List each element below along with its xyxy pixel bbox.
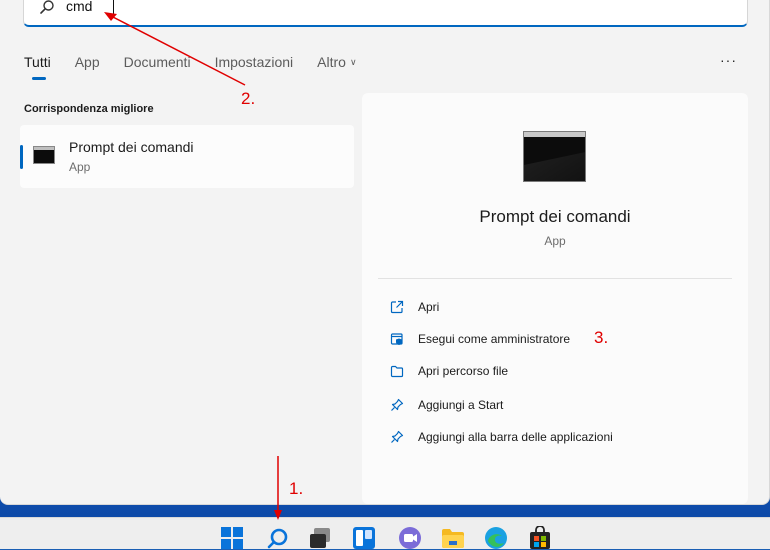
search-icon bbox=[40, 0, 54, 14]
action-pin-to-taskbar[interactable]: Aggiungi alla barra delle applicazioni bbox=[390, 426, 613, 448]
store-icon[interactable] bbox=[528, 526, 552, 550]
command-prompt-icon bbox=[33, 146, 55, 164]
best-match-item[interactable]: Prompt dei comandi App bbox=[20, 125, 354, 188]
search-icon[interactable] bbox=[266, 526, 290, 550]
open-icon bbox=[390, 300, 404, 314]
action-open[interactable]: Apri bbox=[390, 296, 439, 318]
search-panel: Tutti App Documenti Impostazioni Altro∨ … bbox=[0, 0, 770, 505]
action-run-as-admin[interactable]: Esegui come amministratore bbox=[390, 328, 570, 350]
chevron-down-icon: ∨ bbox=[349, 57, 357, 67]
text-caret bbox=[113, 0, 114, 14]
best-match-title: Prompt dei comandi bbox=[69, 139, 194, 155]
folder-icon bbox=[390, 365, 404, 378]
edge-icon[interactable] bbox=[484, 526, 508, 550]
best-match-subtitle: App bbox=[69, 160, 91, 174]
start-icon[interactable] bbox=[220, 526, 244, 550]
divider bbox=[378, 278, 732, 279]
detail-title: Prompt dei comandi bbox=[479, 207, 631, 226]
search-box[interactable] bbox=[23, 0, 748, 27]
tab-documenti[interactable]: Documenti bbox=[124, 54, 191, 80]
pin-icon bbox=[391, 430, 404, 443]
widgets-icon[interactable] bbox=[352, 526, 376, 550]
tab-label: Tutti bbox=[24, 54, 51, 70]
tab-label: Documenti bbox=[123, 54, 191, 70]
tab-label: Impostazioni bbox=[214, 54, 294, 70]
taskbar bbox=[0, 517, 770, 549]
annotation-step-3: 3. bbox=[594, 328, 609, 347]
teams-chat-icon[interactable] bbox=[398, 526, 422, 550]
selection-indicator bbox=[20, 145, 23, 169]
action-label: Apri percorso file bbox=[418, 364, 509, 378]
shield-icon bbox=[390, 333, 403, 345]
tab-app[interactable]: App bbox=[75, 54, 100, 80]
action-label: Esegui come amministratore bbox=[418, 332, 571, 346]
best-match-heading: Corrispondenza migliore bbox=[24, 103, 154, 115]
more-options-button[interactable]: ··· bbox=[720, 52, 737, 68]
app-detail-pane: Prompt dei comandi App Apri Esegui come … bbox=[362, 93, 748, 504]
command-prompt-icon bbox=[523, 131, 586, 182]
tab-altro[interactable]: Altro ∨ bbox=[317, 54, 356, 80]
action-label: Apri bbox=[418, 300, 440, 314]
annotation-step-2: 2. bbox=[241, 89, 256, 108]
action-label: Aggiungi a Start bbox=[418, 398, 504, 412]
tab-label: Altro bbox=[317, 54, 346, 70]
action-open-file-location[interactable]: Apri percorso file bbox=[390, 360, 508, 382]
tab-label: App bbox=[74, 54, 100, 70]
tab-impostazioni[interactable]: Impostazioni bbox=[215, 54, 294, 80]
search-filter-tabs: Tutti App Documenti Impostazioni Altro ∨ bbox=[24, 54, 381, 80]
annotation-step-1: 1. bbox=[289, 479, 304, 498]
tab-tutti[interactable]: Tutti bbox=[24, 54, 51, 80]
file-explorer-icon[interactable] bbox=[441, 526, 465, 550]
pin-icon bbox=[391, 398, 404, 411]
action-label: Aggiungi alla barra delle applicazioni bbox=[418, 430, 613, 444]
detail-subtitle: App bbox=[544, 234, 566, 248]
action-pin-to-start[interactable]: Aggiungi a Start bbox=[390, 394, 503, 416]
task-view-icon[interactable] bbox=[308, 526, 332, 550]
search-input[interactable] bbox=[66, 0, 666, 14]
